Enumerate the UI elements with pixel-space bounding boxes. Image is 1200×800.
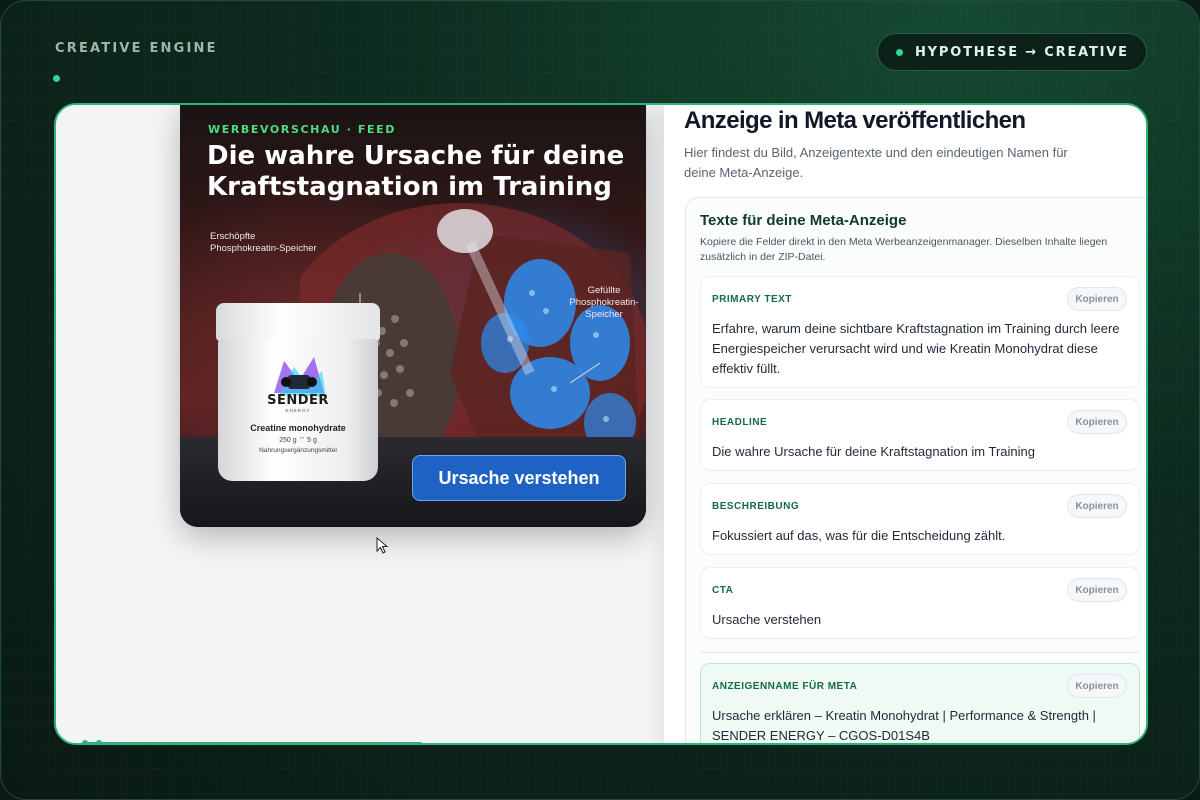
field-label: PRIMARY TEXT: [712, 294, 792, 305]
field-label: CTA: [712, 585, 734, 596]
label-depleted: Erschöpfte Phosphokreatin-Speicher: [210, 231, 317, 254]
field-value: Ursache verstehen: [712, 612, 822, 627]
field-value: Ursache erklären – Kreatin Monohydrat | …: [712, 708, 1096, 743]
ad-tag: WERBEVORSCHAU · FEED: [208, 123, 396, 136]
jar-brand-sub: ENERGY: [285, 408, 311, 413]
pill-label: HYPOTHESE → CREATIVE: [915, 44, 1129, 60]
jar-lid: [216, 303, 380, 341]
ad-cta-button[interactable]: Ursache verstehen: [412, 455, 626, 501]
field-value: Erfahre, warum deine sichtbare Kraftstag…: [712, 321, 1120, 376]
field-label: BESCHREIBUNG: [712, 501, 800, 512]
field-label: ANZEIGENNAME FÜR META: [712, 681, 858, 692]
field-label: HEADLINE: [712, 417, 768, 428]
copy-button[interactable]: Kopieren: [1067, 287, 1127, 311]
app-frame: CREATIVE ENGINE HYPOTHESE → CREATIVE WER…: [0, 0, 1200, 800]
texts-card-title: Texte für deine Meta-Anzeige: [700, 212, 907, 229]
panel-description: Hier findest du Bild, Anzeigentexte und …: [684, 145, 1068, 180]
field-ad-name: ANZEIGENNAME FÜR META Kopieren Ursache e…: [700, 663, 1140, 743]
progress-dot: [96, 740, 102, 743]
field-description: BESCHREIBUNG Kopieren Fokussiert auf das…: [700, 483, 1140, 555]
copy-button[interactable]: Kopieren: [1067, 674, 1127, 698]
main-card: WERBEVORSCHAU · FEED Die wahre Ursache f…: [54, 103, 1148, 745]
field-primary-text: PRIMARY TEXT Kopieren Erfahre, warum dei…: [700, 276, 1140, 388]
copy-button[interactable]: Kopieren: [1067, 410, 1127, 434]
jar-note: Nahrungsergänzungsmittel: [259, 447, 337, 454]
field-headline: HEADLINE Kopieren Die wahre Ursache für …: [700, 399, 1140, 471]
jar-brand: SENDER: [267, 393, 329, 408]
progress-bar: [82, 742, 422, 743]
divider: [700, 652, 1140, 653]
ad-preview: WERBEVORSCHAU · FEED Die wahre Ursache f…: [180, 105, 646, 527]
texts-card-description: Kopiere die Felder direkt in den Meta We…: [700, 236, 1108, 263]
field-cta: CTA Kopieren Ursache verstehen: [700, 567, 1140, 639]
copy-button[interactable]: Kopieren: [1067, 494, 1127, 518]
field-value: Fokussiert auf das, was für die Entschei…: [712, 528, 1006, 543]
preview-area: WERBEVORSCHAU · FEED Die wahre Ursache f…: [56, 105, 664, 743]
field-value: Die wahre Ursache für deine Kraftstagnat…: [712, 444, 1035, 459]
jar-product-name: Creatine monohydrate: [250, 423, 346, 433]
label-filled: Gefüllte Phosphokreatin-Speicher: [569, 285, 639, 320]
copy-button[interactable]: Kopieren: [1067, 578, 1127, 602]
publish-panel: Anzeige in Meta veröffentlichen Hier fin…: [664, 105, 1146, 743]
app-brand: CREATIVE ENGINE: [55, 41, 218, 56]
ad-headline: Die wahre Ursache für deine Kraftstagnat…: [207, 141, 625, 202]
mouse-cursor-icon: [376, 537, 389, 554]
texts-card: Texte für deine Meta-Anzeige Kopiere die…: [685, 197, 1146, 743]
status-dot: [53, 75, 60, 82]
pill-dot-icon: [896, 48, 903, 56]
progress-dot: [82, 740, 88, 743]
mode-pill[interactable]: HYPOTHESE → CREATIVE: [877, 33, 1147, 71]
product-jar: SENDER ENERGY Creatine monohydrate 250 g…: [216, 303, 380, 481]
jar-quantity: 250 g ⌔ 5 g: [279, 437, 317, 444]
panel-title: Anzeige in Meta veröffentlichen: [684, 107, 1026, 134]
jar-body: SENDER ENERGY Creatine monohydrate 250 g…: [218, 339, 378, 481]
